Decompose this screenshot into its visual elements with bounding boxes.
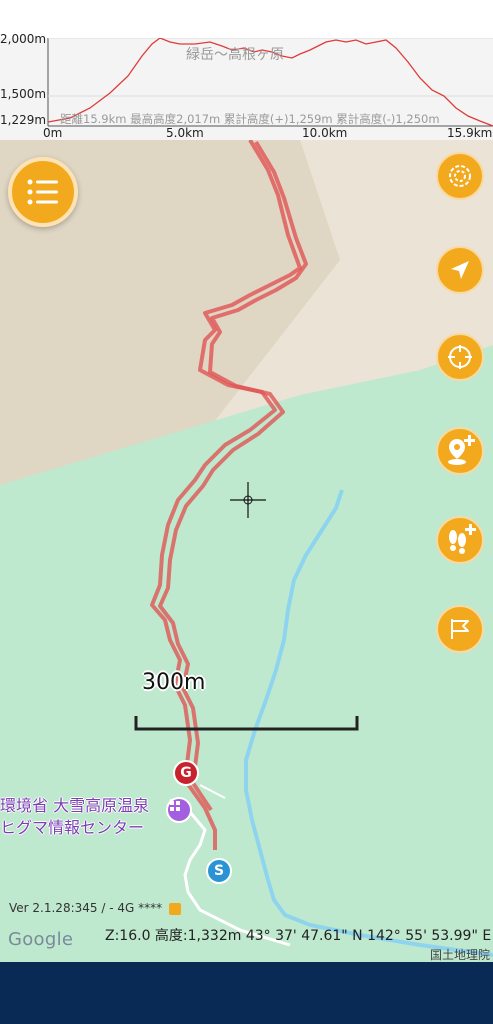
route-flag-button[interactable]: [436, 605, 484, 653]
wifi-icon: [168, 902, 181, 915]
poi-label-line2[interactable]: ヒグマ情報センター: [0, 814, 144, 838]
add-waypoint-button[interactable]: [436, 427, 484, 475]
elevation-label-mid: 1,500m: [0, 87, 47, 101]
goal-marker-label: G: [180, 765, 192, 781]
scale-label: 300m: [142, 670, 206, 695]
add-footprints-icon: [449, 524, 476, 554]
start-marker[interactable]: S: [206, 858, 232, 884]
google-logo: Google: [8, 929, 74, 950]
current-location-button[interactable]: [436, 246, 484, 294]
info-center-icon: [170, 801, 180, 811]
map-view[interactable]: 300m G S 環境省 大雪高原温泉 ヒグマ情報センター: [0, 140, 493, 962]
version-text: Ver 2.1.28:345 / - 4G ****: [9, 901, 163, 915]
version-info: Ver 2.1.28:345 / - 4G ****: [9, 901, 181, 915]
route-name: 緑岳～高根ヶ原: [186, 47, 284, 63]
elevation-profile[interactable]: 2,000m 1,500m 1,229m 緑岳～高根ヶ原 距離15.9km 最高…: [0, 32, 493, 140]
flag-icon: [451, 619, 469, 639]
distance-label-end: 15.9km: [447, 126, 493, 140]
goal-marker[interactable]: G: [173, 760, 199, 786]
distance-label-start: 0m: [43, 126, 63, 140]
center-map-button[interactable]: [436, 333, 484, 381]
route-stats: 距離15.9km 最高高度2,017m 累計高度(+)1,259m 累計高度(-…: [60, 112, 440, 126]
navigation-arrow-icon: [451, 261, 469, 279]
menu-button[interactable]: [8, 157, 78, 227]
distance-label-10km: 10.0km: [302, 126, 348, 140]
crosshair-target-icon: [448, 345, 472, 369]
record-track-button[interactable]: [436, 516, 484, 564]
attribution[interactable]: 国土地理院: [430, 946, 490, 963]
elevation-label-min: 1,229m: [0, 113, 47, 127]
spiral-button[interactable]: [436, 152, 484, 200]
poi-label-line1[interactable]: 環境省 大雪高原温泉: [0, 792, 149, 816]
start-marker-label: S: [213, 863, 225, 879]
target-spiral-icon: [449, 165, 471, 187]
bottom-navigation-bar: [0, 962, 493, 1024]
add-pin-icon: [448, 435, 475, 465]
status-bar-area: [0, 0, 493, 38]
list-icon: [27, 179, 58, 205]
elevation-label-top: 2,000m: [0, 32, 47, 46]
distance-label-5km: 5.0km: [166, 126, 204, 140]
poi-icon[interactable]: [166, 797, 192, 823]
map-canvas: [0, 140, 493, 962]
map-status: Z:16.0 高度:1,332m 43° 37' 47.61" N 142° 5…: [105, 928, 492, 944]
